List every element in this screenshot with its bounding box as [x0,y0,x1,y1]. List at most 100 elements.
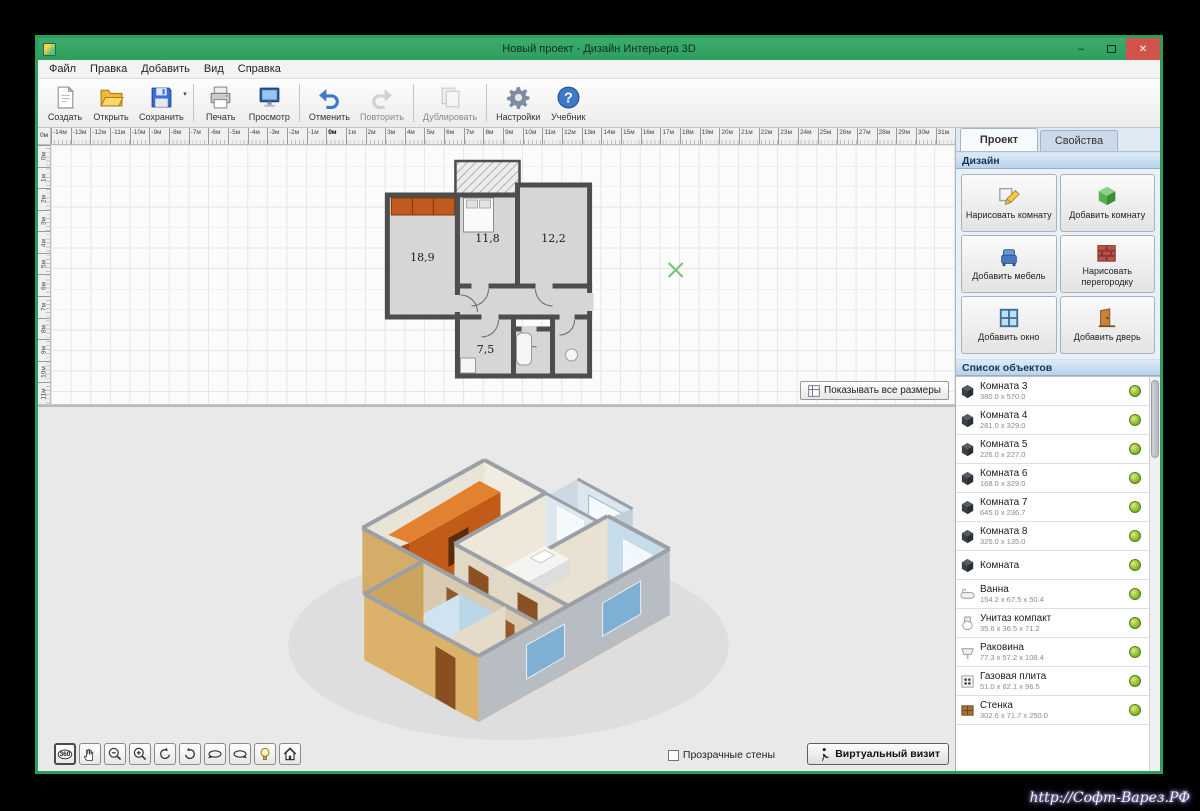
visibility-eye-icon[interactable] [1129,472,1141,484]
visibility-eye-icon[interactable] [1129,646,1141,658]
toolbar-button-settings[interactable]: Настройки [491,80,545,126]
toolbar-button-open-folder[interactable]: Открыть [88,80,134,126]
visibility-eye-icon[interactable] [1129,617,1141,629]
tab-project[interactable]: Проект [960,128,1038,151]
redo-icon [369,85,394,110]
nav-view-360-button[interactable]: 360 [54,743,76,765]
house-3d-render[interactable] [38,407,955,771]
ruler-top-tick: -10м [129,128,150,144]
ruler-top-tick: 9м [503,128,523,144]
dropdown-arrow-icon[interactable]: ▾ [183,90,187,98]
undo-icon [317,85,342,110]
nav-rotate-cw-button[interactable] [179,743,201,765]
visibility-eye-icon[interactable] [1129,414,1141,426]
nav-orbit-left-button[interactable] [204,743,226,765]
plan-2d-canvas[interactable]: 18,9 11,8 12,2 7,5 Показывать все размер… [51,145,955,404]
toolbar-button-save[interactable]: ▾ Сохранить [134,80,189,126]
visibility-eye-icon[interactable] [1129,559,1141,571]
ruler-top-tick: 13м [581,128,602,144]
visibility-eye-icon[interactable] [1129,675,1141,687]
object-list-item[interactable]: Комната 7 645.0 x 236.7 [956,493,1149,522]
show-all-sizes-label: Показывать все размеры [824,385,941,396]
visibility-eye-icon[interactable] [1129,530,1141,542]
visibility-eye-icon[interactable] [1129,443,1141,455]
close-button[interactable]: ✕ [1126,38,1160,60]
design-button[interactable]: Добавить окно [961,296,1057,354]
view-360-icon [57,746,73,762]
toolbar-button-duplicate: Дублировать [418,80,482,126]
maximize-button[interactable] [1096,38,1126,60]
visibility-eye-icon[interactable] [1129,704,1141,716]
tab-properties[interactable]: Свойства [1040,130,1118,151]
svg-text:11,8: 11,8 [475,232,500,245]
objects-list-container: Комната 3 380.0 x 570.0 Комната 4 281.0 x 3… [956,376,1160,771]
object-text: Газовая плита 51.0 x 62.1 x 96.5 [978,671,1129,691]
design-button-label: Нарисовать перегородку [1081,266,1134,287]
app-window: Новый проект - Дизайн Интерьера 3D – ✕ Ф… [35,35,1163,774]
object-list-item[interactable]: Комната [956,551,1149,580]
transparent-walls-checkbox[interactable]: Прозрачные стены [667,749,775,761]
objects-scrollbar[interactable] [1149,377,1160,771]
duplicate-icon [438,85,463,110]
nav-rotate-ccw-button[interactable] [154,743,176,765]
design-button[interactable]: Добавить мебель [961,235,1057,293]
nav-pan-hand-button[interactable] [79,743,101,765]
toolbar-button-undo[interactable]: Отменить [304,80,355,126]
ruler-top-tick: -5м [227,128,248,144]
object-list-item[interactable]: Комната 5 226.0 x 227.0 [956,435,1149,464]
visibility-eye-icon[interactable] [1129,501,1141,513]
object-list-item[interactable]: Комната 6 168.0 x 329.0 [956,464,1149,493]
object-list-item[interactable]: Комната 4 281.0 x 329.0 [956,406,1149,435]
menu-item[interactable]: Добавить [134,61,197,77]
view-3d[interactable]: 360 Прозрачные стены Виртуальный визит [38,407,955,771]
nav-light-button[interactable] [254,743,276,765]
object-size: 302.6 x 71.7 x 250.0 [980,711,1048,720]
toolbar-button-help[interactable]: ? Учебник [545,80,591,126]
help-icon: ? [556,85,581,110]
room-icon [960,413,978,428]
object-list-item[interactable]: Комната 3 380.0 x 570.0 [956,377,1149,406]
design-button[interactable]: Добавить комнату [1059,174,1155,232]
toolbar-button-preview[interactable]: Просмотр [244,80,295,126]
menu-item[interactable]: Файл [42,61,83,77]
virtual-visit-button[interactable]: Виртуальный визит [807,743,949,765]
object-list-item[interactable]: Газовая плита 51.0 x 62.1 x 96.5 [956,667,1149,696]
ruler-left-tick: 2м [38,188,50,210]
scrollbar-thumb[interactable] [1151,380,1159,458]
toolbar-button-new-doc[interactable]: Создать [42,80,88,126]
design-buttons: Нарисовать комнату Добавить комнату Добави… [956,169,1160,359]
object-list-item[interactable]: Ванна 154.2 x 67.5 x 50.4 [956,580,1149,609]
menu-item[interactable]: Справка [231,61,288,77]
title-bar[interactable]: Новый проект - Дизайн Интерьера 3D – ✕ [38,38,1160,60]
menu-item[interactable]: Вид [197,61,231,77]
nav-zoom-out-button[interactable] [104,743,126,765]
svg-text:12,2: 12,2 [541,232,566,245]
design-button[interactable]: Нарисовать комнату [961,174,1057,232]
design-button[interactable]: Добавить дверь [1059,296,1155,354]
object-list-item[interactable]: Раковина 77.3 x 57.2 x 108.4 [956,638,1149,667]
visibility-eye-icon[interactable] [1129,385,1141,397]
object-list-item[interactable]: Комната 8 325.0 x 135.0 [956,522,1149,551]
ruler-top-tick: 30м [915,128,936,144]
visibility-eye-icon[interactable] [1129,588,1141,600]
ruler-top-tick: 25м [817,128,838,144]
nav-zoom-in-button[interactable] [129,743,151,765]
design-button[interactable]: Нарисовать перегородку [1059,235,1155,293]
minimize-button[interactable]: – [1066,38,1096,60]
show-all-sizes-button[interactable]: Показывать все размеры [800,381,949,400]
floor-plan-svg[interactable]: 18,9 11,8 12,2 7,5 [51,145,955,404]
menu-item[interactable]: Правка [83,61,134,77]
toolbar-button-print[interactable]: Печать [198,80,244,126]
design-button-label: Добавить дверь [1073,332,1141,343]
svg-text:7,5: 7,5 [477,343,495,356]
ruler-top-tick: 18м [680,128,700,144]
right-panel: Проект Свойства Дизайн Нарисовать комнат… [955,128,1160,771]
object-list-item[interactable]: Унитаз компакт 35.6 x 36.5 x 71.2 [956,609,1149,638]
object-list-item[interactable]: Стенка 302.6 x 71.7 x 250.0 [956,696,1149,725]
plan-2d-view[interactable]: 0м -14м -13м -12м -11м -10м -9м -8м -7м -6м -5м -4… [38,128,955,404]
nav-home-button[interactable] [279,743,301,765]
checkbox-box-icon[interactable] [667,749,679,761]
watermark: http://Софт-Варез.РФ [1029,790,1191,806]
nav-orbit-right-button[interactable] [229,743,251,765]
object-name: Газовая плита [980,671,1047,682]
